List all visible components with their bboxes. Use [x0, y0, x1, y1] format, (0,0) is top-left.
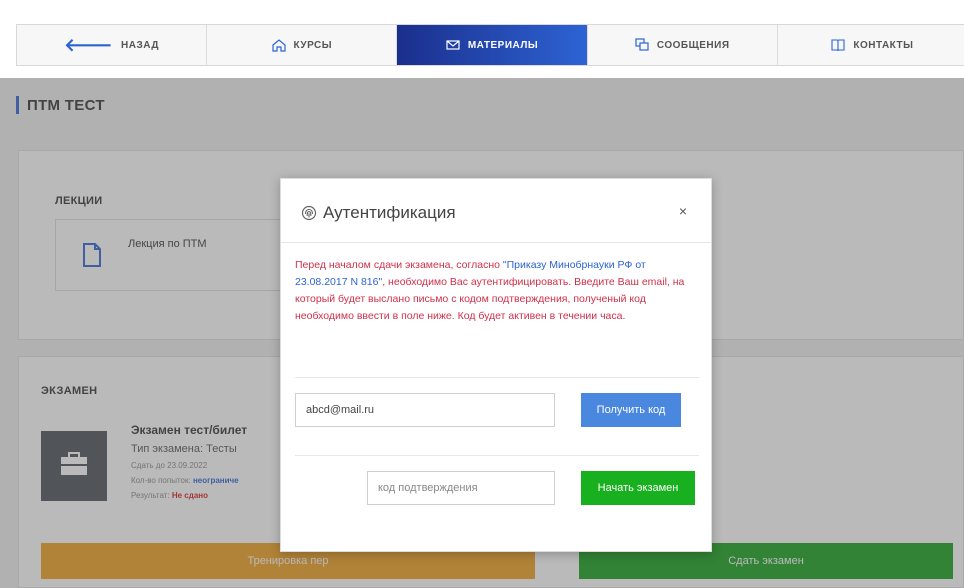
divider: [295, 455, 699, 456]
nav-back[interactable]: 🡐 НАЗАД: [17, 25, 208, 65]
nav-messages-label: СООБЩЕНИЯ: [656, 39, 730, 51]
nav-back-label: НАЗАД: [121, 39, 159, 51]
divider: [295, 377, 699, 378]
nav-materials[interactable]: МАТЕРИАЛЫ: [397, 25, 588, 65]
modal-title: Аутентификация: [323, 203, 456, 222]
nav-materials-label: МАТЕРИАЛЫ: [467, 39, 539, 51]
page: 🡐 НАЗАД КУРСЫ МАТЕРИАЛЫ СООБЩЕНИЯ КОНТАК…: [0, 0, 964, 588]
arrow-left-icon: 🡐: [64, 35, 114, 55]
get-code-button[interactable]: Получить код: [581, 393, 681, 427]
chat-icon: [635, 38, 649, 51]
nav-messages[interactable]: СООБЩЕНИЯ: [588, 25, 778, 65]
confirmation-code-field[interactable]: [367, 471, 555, 505]
close-icon[interactable]: ×: [679, 203, 687, 219]
nav-contacts-label: КОНТАКТЫ: [853, 39, 914, 51]
mail-icon: [446, 40, 460, 50]
home-icon: [271, 39, 286, 52]
nav-contacts[interactable]: КОНТАКТЫ: [778, 25, 964, 65]
start-exam-button[interactable]: Начать экзамен: [581, 471, 695, 505]
email-field[interactable]: [295, 393, 555, 427]
auth-message: Перед началом сдачи экзамена, согласно "…: [295, 257, 699, 325]
nav-courses[interactable]: КУРСЫ: [207, 25, 398, 65]
book-icon: [831, 39, 845, 52]
nav-courses-label: КУРСЫ: [293, 39, 333, 51]
auth-modal: Аутентификация × Перед началом сдачи экз…: [280, 178, 712, 552]
auth-message-part1: Перед началом сдачи экзамена, согласно: [295, 259, 503, 271]
modal-header: Аутентификация ×: [281, 179, 711, 243]
fingerprint-icon: [301, 205, 317, 221]
top-nav: 🡐 НАЗАД КУРСЫ МАТЕРИАЛЫ СООБЩЕНИЯ КОНТАК…: [16, 24, 964, 66]
